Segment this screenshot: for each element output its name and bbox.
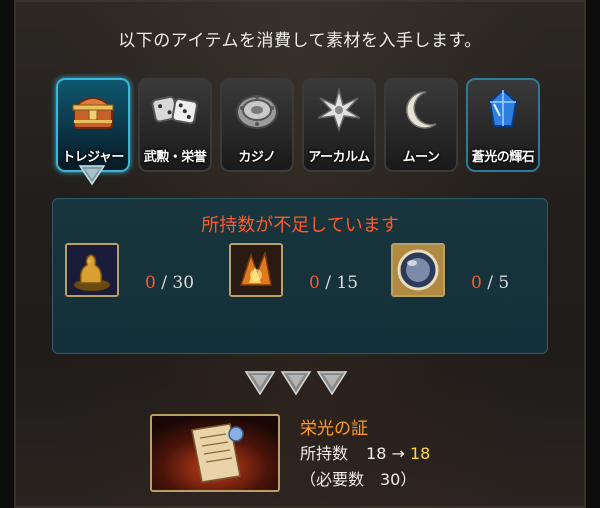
required-item-1-have: 0 — [145, 273, 156, 293]
required-item-2-need: 15 — [336, 273, 359, 293]
required-item-1: 0 / 30 — [65, 243, 225, 301]
tab-arcarum[interactable]: アーカルム — [302, 78, 376, 172]
star-burst-icon — [313, 85, 365, 135]
tab-moon-label: ムーン — [402, 150, 440, 165]
tab-treasure-label: トレジャー — [62, 150, 124, 165]
required-item-3-separator: / — [481, 273, 499, 293]
shortage-panel: 所持数が不足しています 0 / 30 0 / 15 0 / 5 — [52, 198, 548, 354]
tab-moon[interactable]: ムーン — [384, 78, 458, 172]
required-item-2: 0 / 15 — [229, 243, 389, 301]
diamond-icon — [244, 371, 276, 396]
required-item-1-count: 0 / 30 — [145, 273, 194, 293]
active-tab-pointer — [79, 165, 105, 186]
required-item-2-count: 0 / 15 — [309, 273, 358, 293]
required-item-2-have: 0 — [309, 273, 320, 293]
tab-arcarum-label: アーカルム — [308, 150, 370, 165]
required-item-3-count: 0 / 5 — [471, 273, 509, 293]
tab-military-honor[interactable]: 武勲・栄誉 — [138, 78, 212, 172]
tab-casino-label: カジノ — [238, 150, 276, 165]
diamond-icon — [316, 371, 348, 396]
reward-owned-line: 所持数 18 → 18 — [300, 440, 430, 464]
required-item-3: 0 / 5 — [391, 243, 541, 301]
required-item-2-separator: / — [319, 273, 337, 293]
required-item-1-need: 30 — [172, 273, 195, 293]
casino-chip-icon — [231, 85, 283, 135]
arrow-icon: → — [391, 444, 405, 463]
scroll-icon — [150, 414, 280, 492]
category-tabs: トレジャー 武勲・栄誉 カジノ アーカルム ムーン 蒼光の輝石 — [56, 78, 544, 174]
diamond-icon — [280, 371, 312, 396]
gold-statue-icon — [65, 243, 119, 297]
fire-shard-icon — [229, 243, 283, 297]
owned-label: 所持数 — [300, 444, 349, 463]
crystal-orb-icon — [391, 243, 445, 297]
required-item-3-have: 0 — [471, 273, 482, 293]
dice-icon — [149, 85, 201, 135]
owned-to: 18 — [409, 444, 431, 463]
shortage-title: 所持数が不足しています — [201, 215, 399, 236]
reward-item-name: 栄光の証 — [300, 419, 368, 439]
crescent-moon-icon — [395, 85, 447, 135]
tab-military-honor-label: 武勲・栄誉 — [143, 150, 207, 165]
step-indicator — [242, 368, 352, 398]
tab-treasure[interactable]: トレジャー — [56, 78, 130, 172]
tab-casino[interactable]: カジノ — [220, 78, 294, 172]
tab-blue-crystal[interactable]: 蒼光の輝石 — [466, 78, 540, 172]
tab-blue-crystal-label: 蒼光の輝石 — [471, 150, 535, 165]
treasure-chest-icon — [67, 85, 119, 135]
required-item-1-separator: / — [155, 273, 173, 293]
blue-crystal-icon — [477, 85, 529, 135]
required-item-3-need: 5 — [498, 273, 510, 293]
owned-from: 18 — [366, 444, 387, 463]
instruction-text: 以下のアイテムを消費して素材を入手します。 — [118, 31, 482, 51]
reward-required-line: （必要数 30） — [300, 470, 417, 489]
